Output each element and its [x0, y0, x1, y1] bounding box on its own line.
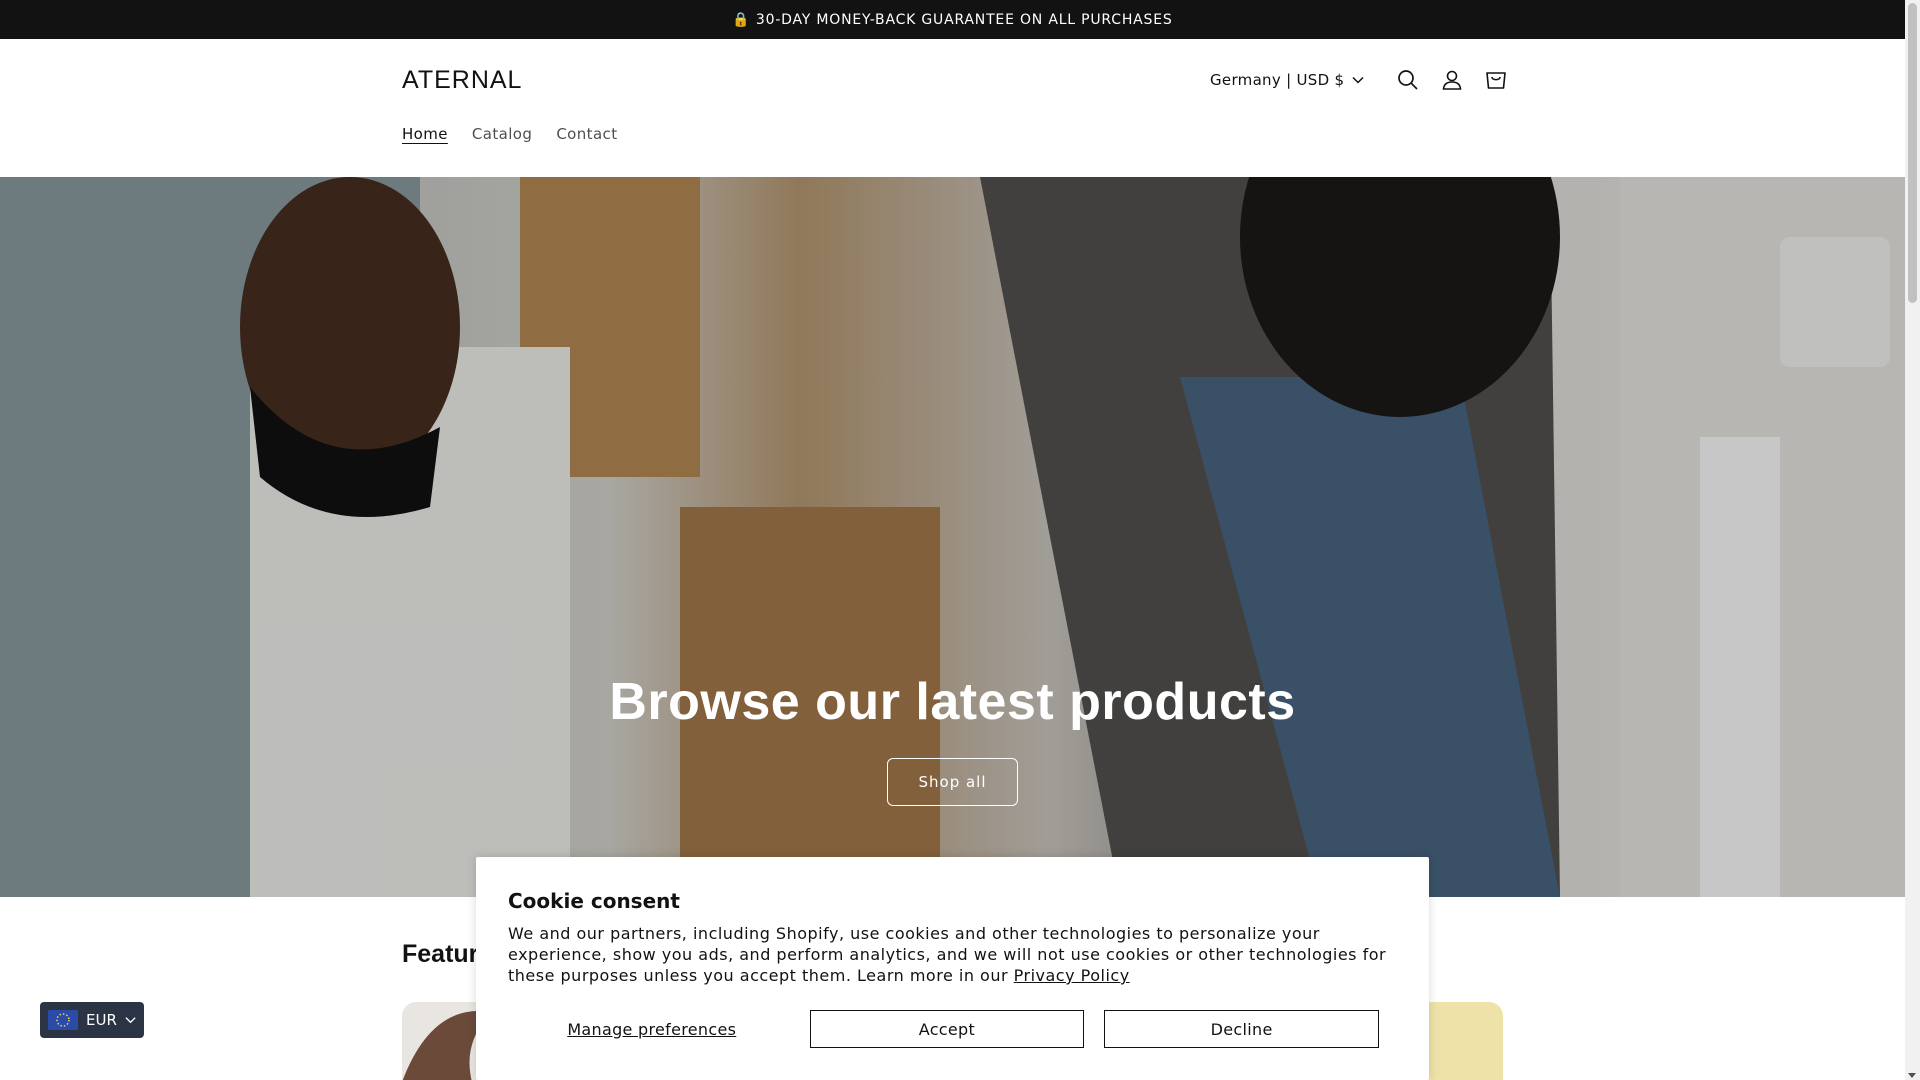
- eu-flag-icon: [48, 1010, 78, 1030]
- featured-section-title: Featur: [402, 940, 479, 968]
- search-icon: [1398, 70, 1419, 90]
- country-selector[interactable]: Germany | USD $: [1210, 71, 1364, 89]
- nav-catalog[interactable]: Catalog: [472, 125, 532, 143]
- currency-label: EUR: [86, 1011, 117, 1029]
- cookie-consent-dialog: Cookie consent We and our partners, incl…: [476, 857, 1429, 1080]
- header-icons: Germany | USD $: [1210, 61, 1518, 99]
- currency-switcher[interactable]: EUR: [40, 1002, 144, 1038]
- account-button[interactable]: [1430, 58, 1474, 102]
- cookie-description: We and our partners, including Shopify, …: [508, 923, 1397, 986]
- page-scrollbar[interactable]: [1905, 0, 1920, 1080]
- announcement-bar: 🔒 30-DAY MONEY-BACK GUARANTEE ON ALL PUR…: [0, 0, 1905, 39]
- hero-content: Browse our latest products Shop all: [0, 672, 1905, 806]
- hero-banner: Browse our latest products Shop all: [0, 177, 1905, 897]
- scrollbar-thumb[interactable]: [1908, 3, 1917, 303]
- announcement-text: 🔒 30-DAY MONEY-BACK GUARANTEE ON ALL PUR…: [732, 11, 1173, 28]
- scroll-down-arrow-icon[interactable]: [1908, 1073, 1916, 1078]
- site-header: ATERNAL Germany | USD $ Home Catalog Con…: [0, 39, 1905, 177]
- shop-all-button[interactable]: Shop all: [887, 758, 1018, 806]
- chevron-down-icon: [125, 1017, 136, 1024]
- cookie-text: We and our partners, including Shopify, …: [508, 924, 1387, 985]
- store-logo[interactable]: ATERNAL: [402, 66, 522, 95]
- nav-contact[interactable]: Contact: [556, 125, 617, 143]
- search-button[interactable]: [1386, 58, 1430, 102]
- accept-button[interactable]: Accept: [809, 1010, 1085, 1048]
- hero-title: Browse our latest products: [609, 673, 1296, 731]
- privacy-policy-link[interactable]: Privacy Policy: [1014, 966, 1130, 985]
- country-selector-label: Germany | USD $: [1210, 71, 1345, 89]
- chevron-down-icon: [1352, 76, 1364, 84]
- decline-button[interactable]: Decline: [1104, 1010, 1379, 1048]
- nav-home[interactable]: Home: [402, 125, 448, 143]
- cookie-title: Cookie consent: [508, 889, 680, 913]
- main-nav: Home Catalog Contact: [402, 125, 617, 143]
- cart-icon: [1486, 72, 1507, 89]
- cookie-actions: Manage preferences Accept Decline: [508, 1010, 1379, 1048]
- account-icon: [1443, 70, 1462, 90]
- cart-button[interactable]: [1474, 58, 1518, 102]
- manage-preferences-link[interactable]: Manage preferences: [508, 1020, 796, 1039]
